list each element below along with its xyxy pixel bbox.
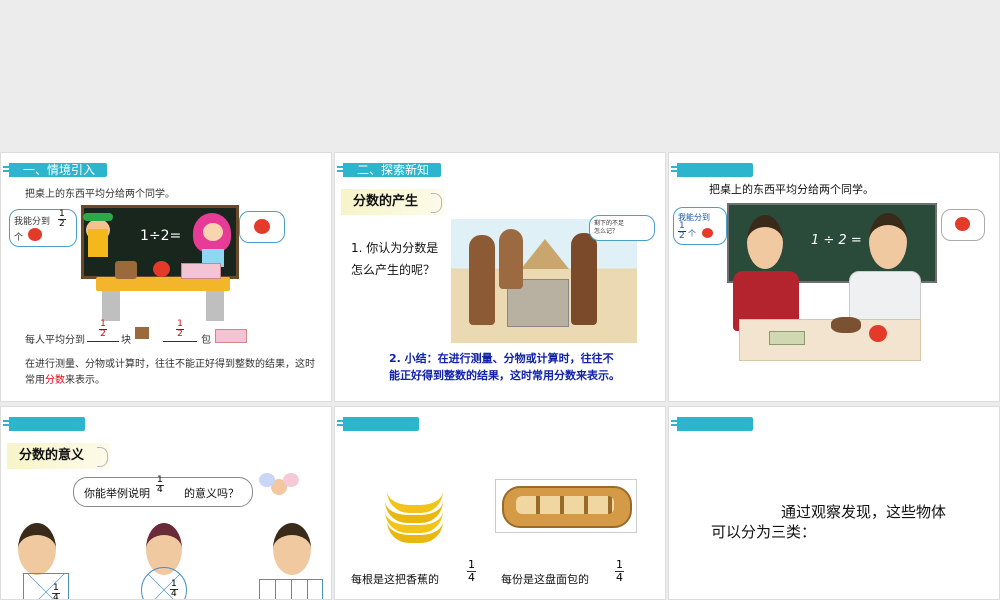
- tomato-icon: [254, 219, 270, 234]
- slide-thumbnail-5[interactable]: 每根是这把香蕉的 14 每份是这盘面包的 14: [334, 406, 666, 600]
- answer-blank-2: 12: [163, 319, 197, 342]
- intro-text: 把桌上的东西平均分给两个同学。: [25, 189, 175, 200]
- table: [739, 319, 921, 361]
- bubble-unit: 个: [14, 233, 24, 243]
- question-line-2: 怎么产生的呢？: [351, 263, 436, 277]
- tomato-icon: [153, 261, 170, 277]
- section-tag: 二、探索新知: [336, 163, 442, 177]
- tomato-icon: [869, 325, 887, 342]
- question-fraction: 14: [156, 475, 164, 496]
- bread-caption: 每份是这盘面包的: [501, 573, 589, 586]
- speech-bubble: 我能分到 12 个: [9, 209, 77, 247]
- observation-line-2: 可以分为三类：: [711, 523, 817, 541]
- snack-pack-icon: [181, 263, 221, 279]
- section-tag-empty: [671, 417, 753, 431]
- tomato-icon: [28, 228, 42, 241]
- slide-title: 分数的意义: [7, 443, 111, 469]
- banana-bunch-image: [381, 479, 449, 543]
- tomato-thought-bubble: [239, 211, 285, 243]
- tomato-thought-bubble: [941, 209, 985, 241]
- slide-thumbnail-1[interactable]: 一、情境引入 把桌上的东西平均分给两个同学。 我能分到 12 个 1÷2= 每人…: [0, 152, 332, 402]
- board-equation: 1÷2=: [140, 228, 182, 244]
- slide-thumbnail-4[interactable]: 分数的意义 你能举例说明 14 的意义吗？ 14 14: [0, 406, 332, 600]
- slide-title: 分数的产生: [341, 189, 445, 215]
- top-empty-band: [0, 0, 1000, 150]
- answer-blank-1: 12: [87, 319, 119, 342]
- slide-thumbnail-3[interactable]: 把桌上的东西平均分给两个同学。 我能分到 12 个 1 ÷ 2 =: [668, 152, 1000, 402]
- tomato-icon: [955, 217, 970, 231]
- bread-fraction: 14: [615, 558, 624, 584]
- snack-pack-icon: [769, 331, 805, 345]
- summary-line-2: 能正好得到整数的结果，这时常用分数来表示。: [389, 369, 620, 382]
- worker-bubble-text: 剩下的不足怎么记？: [594, 220, 625, 235]
- unit-pack: 包: [201, 335, 211, 346]
- bubble-fraction: 12: [58, 209, 66, 230]
- observation-line-1: 通过观察发现，这些物体: [781, 503, 947, 521]
- bubble-fraction: 12: [678, 221, 686, 242]
- intro-text: 把桌上的东西平均分给两个同学。: [709, 183, 874, 196]
- bread-tray-image: [495, 479, 637, 533]
- bubble-unit: 个: [688, 229, 696, 238]
- note-line-2: 常用分数来表示。: [25, 375, 105, 386]
- cake-icon: [115, 261, 137, 279]
- question-line-1: 1. 你认为分数是: [351, 241, 439, 255]
- unit-block: 块: [121, 335, 131, 346]
- each-share-label: 每人平均分到: [25, 335, 85, 346]
- slide-thumbnail-6[interactable]: 通过观察发现，这些物体 可以分为三类：: [668, 406, 1000, 600]
- section-tag-empty: [3, 417, 85, 431]
- note-line-1: 在进行测量、分物或计算时，往往不能正好得到整数的结果，这时: [25, 359, 315, 370]
- boy-character-icon: [83, 213, 113, 277]
- summary-line-1: 2. 小结：在进行测量、分物或计算时，往往不: [389, 352, 614, 365]
- section-tag-empty: [337, 417, 419, 431]
- snack-small-icon: [215, 329, 247, 343]
- rectangle-paper-quartered: [259, 579, 323, 599]
- section-tag: 一、情境引入: [2, 163, 108, 177]
- banana-caption: 每根是这把香蕉的: [351, 573, 439, 586]
- question-text: 你能举例说明: [84, 487, 150, 500]
- square-paper-quartered: 14: [23, 573, 69, 599]
- fairy-icon: [257, 473, 299, 505]
- tomato-icon: [702, 228, 713, 238]
- worker-speech-bubble: 剩下的不足怎么记？: [589, 215, 655, 241]
- question-bubble: 你能举例说明 14 的意义吗？: [73, 475, 253, 507]
- question-text-post: 的意义吗？: [184, 487, 239, 500]
- bubble-text: 我能分到: [14, 217, 51, 227]
- desk: [96, 277, 230, 323]
- banana-fraction: 14: [467, 558, 476, 584]
- section-tag-empty: [671, 163, 753, 177]
- speech-bubble: 我能分到 12 个: [673, 207, 727, 245]
- cake-small-icon: [135, 327, 149, 339]
- cake-icon: [831, 317, 861, 333]
- slide-thumbnail-2[interactable]: 二、探索新知 分数的产生 1. 你认为分数是 怎么产生的呢？ 剩下的不足怎么记？…: [334, 152, 666, 402]
